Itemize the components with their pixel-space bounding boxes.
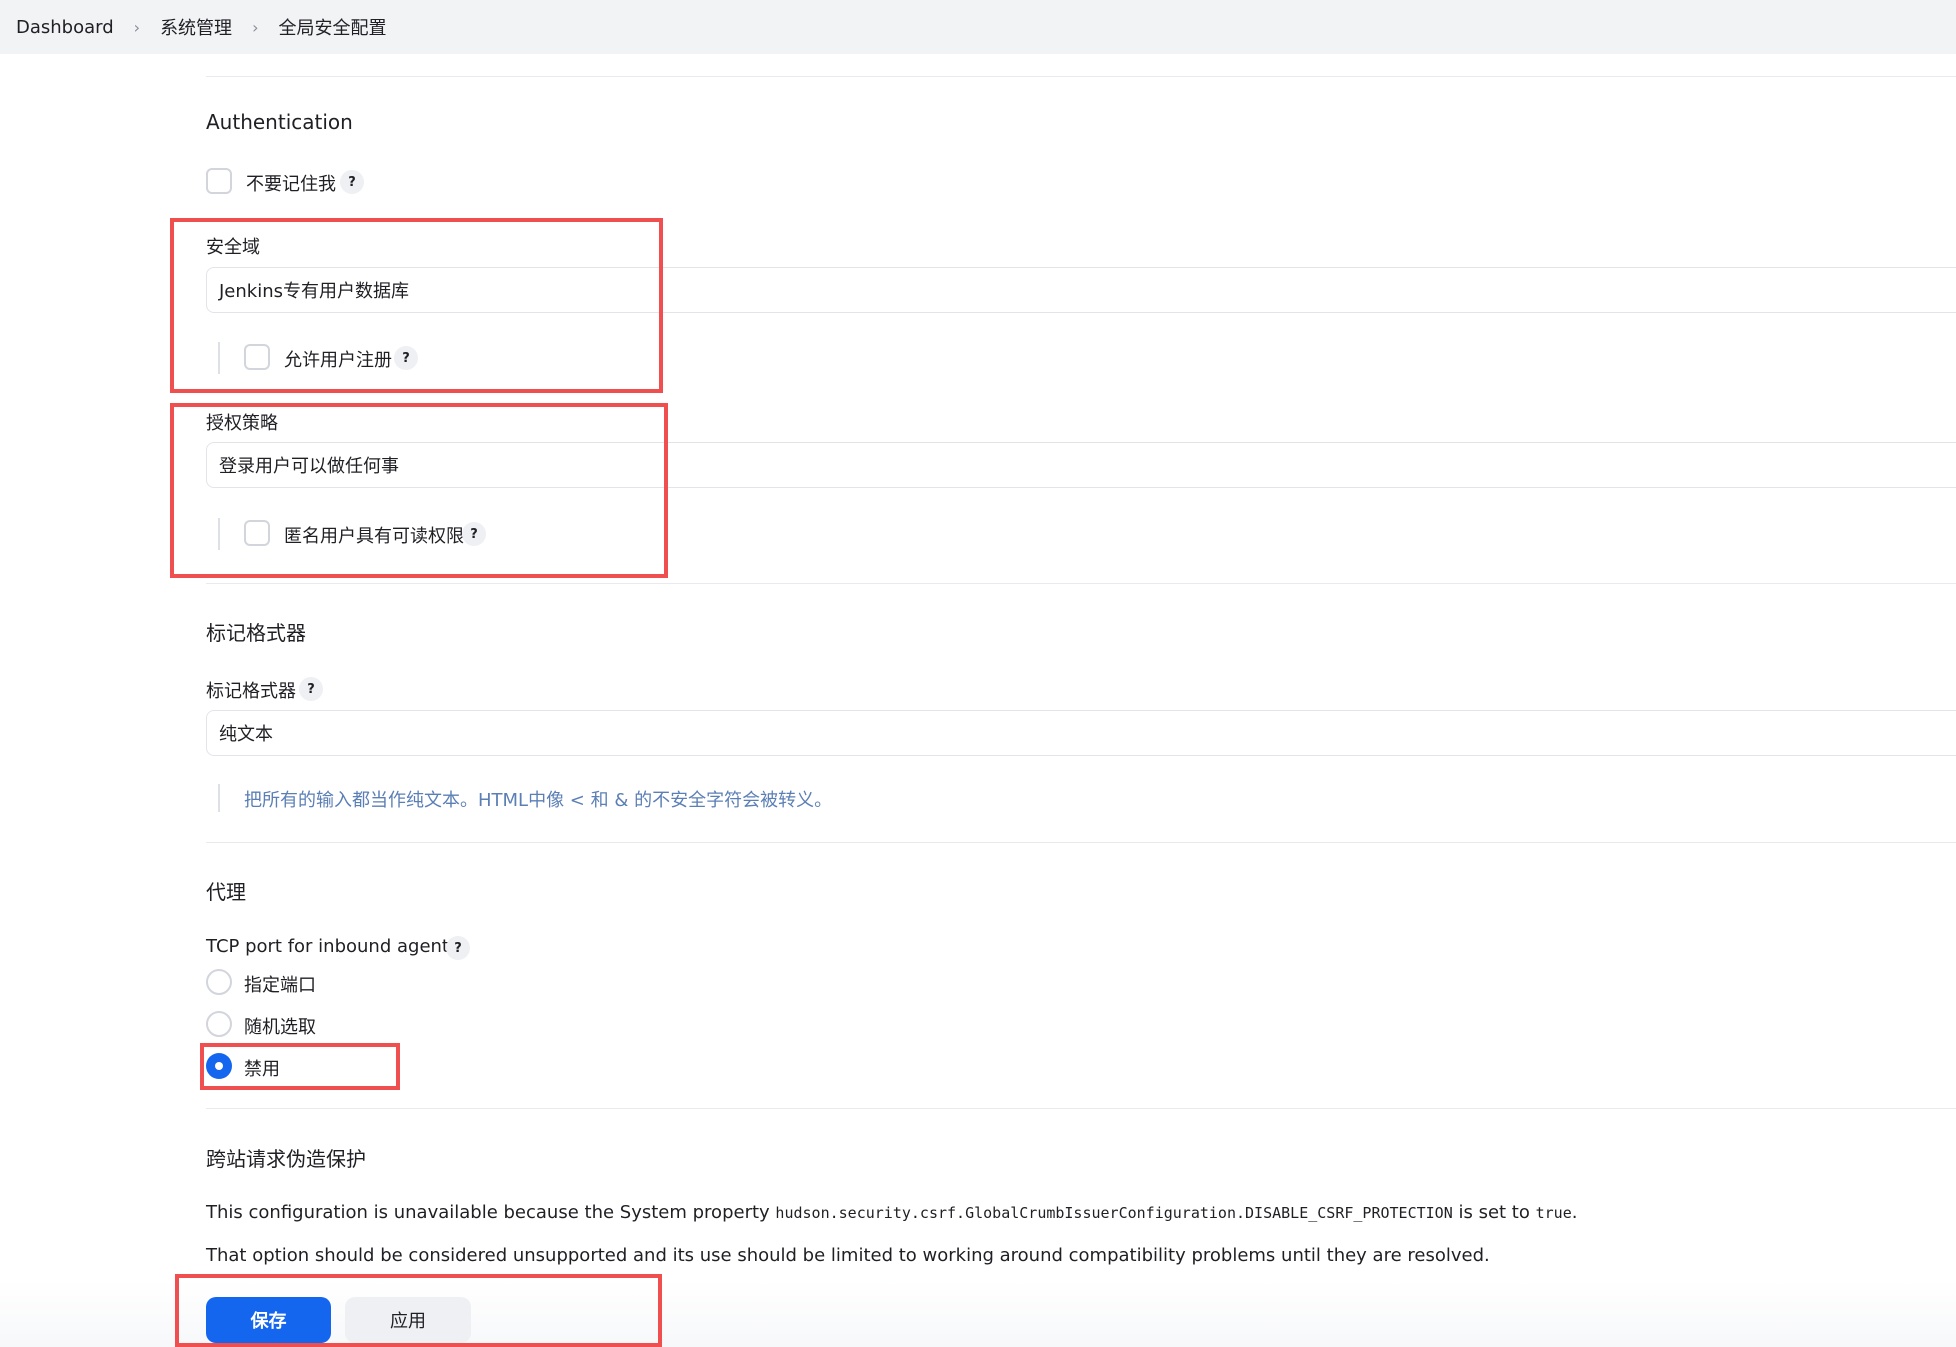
section-title-markup-formatter: 标记格式器 (206, 621, 306, 645)
divider (206, 583, 1956, 584)
tcp-port-label: TCP port for inbound agents (206, 936, 459, 957)
divider (206, 76, 1956, 77)
highlight-action-buttons (175, 1274, 662, 1347)
markup-formatter-value: 纯文本 (219, 724, 273, 745)
markup-formatter-description: 把所有的输入都当作纯文本。HTML中像 < 和 & 的不安全字符会被转义。 (244, 790, 833, 811)
help-icon[interactable]: ? (340, 170, 364, 194)
csrf-unavailable-text: This configuration is unavailable becaus… (206, 1202, 1577, 1223)
radio-random-port-label: 随机选取 (244, 1017, 316, 1038)
breadcrumb-system-management[interactable]: 系统管理 (160, 14, 232, 40)
section-title-agents: 代理 (206, 880, 246, 904)
divider (206, 842, 1956, 843)
csrf-property-value: true (1535, 1204, 1572, 1222)
csrf-text-end: . (1571, 1202, 1578, 1223)
remember-me-label: 不要记住我 (246, 174, 336, 195)
divider (206, 1108, 1956, 1109)
remember-me-checkbox[interactable] (206, 168, 232, 194)
csrf-warning-text: That option should be considered unsuppo… (206, 1245, 1490, 1266)
breadcrumb: Dashboard › 系统管理 › 全局安全配置 (0, 0, 1956, 54)
help-icon[interactable]: ? (299, 677, 323, 701)
breadcrumb-global-security[interactable]: 全局安全配置 (278, 14, 386, 40)
section-title-authentication: Authentication (206, 110, 353, 134)
csrf-property-code: hudson.security.csrf.GlobalCrumbIssuerCo… (775, 1204, 1453, 1222)
csrf-text-prefix: This configuration is unavailable becaus… (206, 1202, 770, 1223)
nested-indent-line (218, 784, 220, 812)
highlight-authorization (170, 403, 668, 578)
breadcrumb-dashboard[interactable]: Dashboard (16, 17, 114, 38)
help-icon[interactable]: ? (446, 936, 470, 960)
markup-formatter-select[interactable]: 纯文本 (206, 710, 1956, 756)
radio-fixed-port[interactable] (206, 969, 232, 995)
section-title-csrf: 跨站请求伪造保护 (206, 1147, 366, 1171)
highlight-security-realm (170, 218, 663, 393)
radio-fixed-port-label: 指定端口 (244, 975, 316, 996)
csrf-text-mid: is set to (1458, 1202, 1530, 1223)
highlight-disable-option (200, 1043, 400, 1090)
markup-formatter-label: 标记格式器 (206, 681, 296, 702)
chevron-right-icon: › (252, 17, 259, 37)
radio-random-port[interactable] (206, 1011, 232, 1037)
chevron-right-icon: › (133, 17, 141, 37)
